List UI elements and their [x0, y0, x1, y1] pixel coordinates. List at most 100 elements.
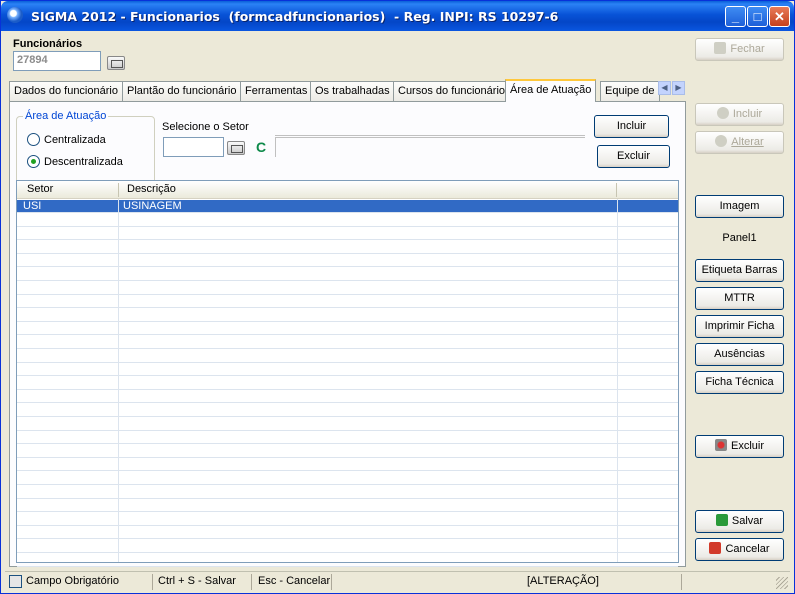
etiqueta-barras-button[interactable]: Etiqueta Barras [695, 259, 784, 282]
tab-os-trabalhadas[interactable]: Os trabalhadas [310, 81, 395, 101]
close-button[interactable]: ✕ [769, 6, 790, 27]
cancelar-button[interactable]: Cancelar [695, 538, 784, 561]
empty-table-row[interactable] [17, 309, 678, 322]
empty-table-row[interactable] [17, 390, 678, 404]
column-separator[interactable] [118, 183, 119, 197]
alterar-label: Alterar [731, 136, 764, 148]
window-title: SIGMA 2012 - Funcionarios (formcadfuncio… [31, 9, 559, 24]
save-check-icon [715, 514, 728, 526]
cancelar-label: Cancelar [725, 543, 770, 555]
tab-dados-funcionario[interactable]: Dados do funcionário [9, 81, 123, 101]
panel1-label: Panel1 [722, 232, 757, 244]
tab-equipe[interactable]: Equipe de [600, 81, 660, 101]
lookup-card-icon[interactable] [107, 56, 125, 70]
minimize-button[interactable]: _ [725, 6, 746, 27]
empty-table-row[interactable] [17, 214, 678, 227]
empty-table-row[interactable] [17, 377, 678, 390]
empty-table-row[interactable] [17, 486, 678, 499]
grid-column-line [118, 199, 119, 562]
excluir-setor-button[interactable]: Excluir [597, 145, 670, 168]
ficha-tecnica-button[interactable]: Ficha Técnica [695, 371, 784, 394]
group-title: Área de Atuação [23, 110, 109, 122]
title-bar[interactable]: SIGMA 2012 - Funcionarios (formcadfuncio… [1, 1, 794, 31]
mttr-button[interactable]: MTTR [695, 287, 784, 310]
status-separator [331, 574, 332, 590]
empty-table-row[interactable] [17, 458, 678, 472]
employee-id-field[interactable]: 27894 [13, 51, 101, 71]
column-separator[interactable] [616, 183, 617, 197]
empty-table-row[interactable] [17, 431, 678, 445]
empty-table-row[interactable] [17, 418, 678, 431]
salvar-label: Salvar [731, 515, 764, 527]
imagem-button[interactable]: Imagem [695, 195, 784, 218]
grid-header: Setor Descrição [17, 181, 678, 199]
empty-table-row[interactable] [17, 363, 678, 377]
empty-table-row[interactable] [17, 282, 678, 295]
radio-unchecked-icon[interactable] [27, 133, 40, 146]
resize-grip-icon[interactable] [776, 577, 788, 589]
gear-icon [716, 107, 729, 119]
setor-code-input[interactable] [163, 137, 224, 157]
empty-table-row[interactable] [17, 336, 678, 349]
column-header-descricao[interactable]: Descrição [127, 183, 176, 195]
empty-table-row[interactable] [17, 499, 678, 513]
radio-checked-icon[interactable] [27, 155, 40, 168]
maximize-button[interactable]: □ [747, 6, 768, 27]
empty-table-row[interactable] [17, 295, 678, 309]
empty-table-row[interactable] [17, 268, 678, 281]
door-icon [714, 42, 727, 54]
empty-table-row[interactable] [17, 554, 678, 567]
tab-strip: Dados do funcionário Plantão do funcioná… [9, 79, 689, 102]
empty-table-row[interactable] [17, 526, 678, 540]
ausencias-button[interactable]: Ausências [695, 343, 784, 366]
fechar-button[interactable]: Fechar [695, 38, 784, 61]
empty-table-row[interactable] [17, 540, 678, 553]
setor-shortcut-c[interactable]: C [256, 139, 266, 155]
tab-cursos-funcionario[interactable]: Cursos do funcionário [393, 81, 511, 101]
tab-scroll-right-icon[interactable]: ▶ [672, 81, 685, 95]
fechar-label: Fechar [730, 43, 765, 55]
setor-lookup-icon[interactable] [227, 141, 245, 155]
radio-centralizada-label: Centralizada [44, 133, 106, 146]
setor-label: Selecione o Setor [162, 121, 249, 133]
tab-area-atuacao[interactable]: Área de Atuação [505, 79, 597, 102]
tab-scroll-left-icon[interactable]: ◀ [658, 81, 671, 95]
status-separator [251, 574, 252, 590]
radio-centralizada[interactable]: Centralizada [27, 133, 106, 146]
app-icon[interactable] [7, 7, 23, 23]
status-separator [681, 574, 682, 590]
empty-table-row[interactable] [17, 322, 678, 336]
imprimir-ficha-button[interactable]: Imprimir Ficha [695, 315, 784, 338]
column-header-setor[interactable]: Setor [27, 183, 53, 195]
radio-descentralizada[interactable]: Descentralizada [27, 155, 123, 168]
setor-grid[interactable]: Setor Descrição USI USINAGEM [16, 180, 679, 567]
gear-icon [715, 135, 728, 147]
empty-table-row[interactable] [17, 241, 678, 254]
setor-description-field [275, 137, 585, 157]
tab-ferramentas[interactable]: Ferramentas [240, 81, 313, 101]
tab-panel-area-atuacao: Área de Atuação Centralizada Descentrali… [9, 101, 686, 567]
empty-table-row[interactable] [17, 472, 678, 485]
incluir-button[interactable]: Incluir [695, 103, 784, 126]
status-required: Campo Obrigatório [26, 575, 119, 587]
setor-divider [275, 135, 585, 136]
radio-descentralizada-label: Descentralizada [44, 155, 123, 168]
incluir-setor-button[interactable]: Incluir [594, 115, 669, 138]
empty-table-row[interactable] [17, 254, 678, 268]
alterar-button[interactable]: Alterar [695, 131, 784, 154]
status-mode: [ALTERAÇÃO] [527, 575, 599, 587]
empty-table-row[interactable] [17, 513, 678, 526]
empty-table-row[interactable] [17, 404, 678, 417]
table-row[interactable]: USI USINAGEM [17, 200, 678, 213]
main-window: SIGMA 2012 - Funcionarios (formcadfuncio… [0, 0, 795, 594]
cell-descricao: USINAGEM [123, 200, 182, 212]
empty-table-row[interactable] [17, 227, 678, 241]
salvar-button[interactable]: Salvar [695, 510, 784, 533]
empty-table-row[interactable] [17, 350, 678, 363]
tab-plantao-funcionario[interactable]: Plantão do funcionário [122, 81, 242, 101]
excluir-label: Excluir [730, 440, 764, 452]
excluir-button[interactable]: Excluir [695, 435, 784, 458]
grid-column-line [617, 199, 618, 562]
empty-table-row[interactable] [17, 445, 678, 458]
client-area: Funcionários 27894 Dados do funcionário … [5, 31, 790, 571]
